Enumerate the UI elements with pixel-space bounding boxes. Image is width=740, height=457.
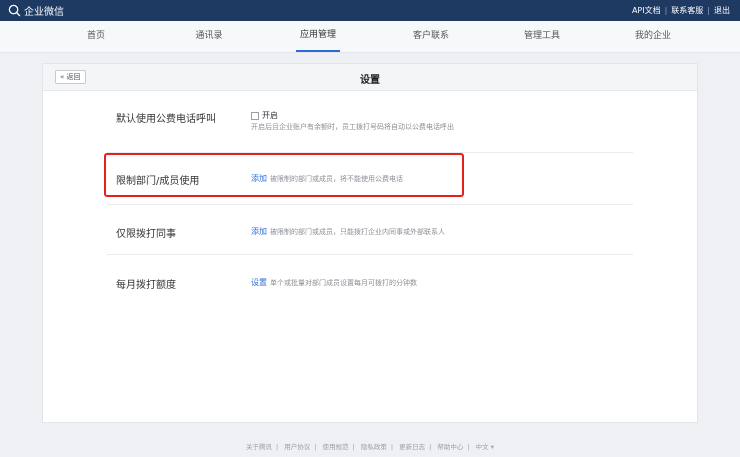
- logout-link[interactable]: 退出: [714, 5, 730, 16]
- divider: [107, 204, 633, 205]
- highlight-annotation: [104, 153, 464, 197]
- footer-link-help[interactable]: 帮助中心: [437, 443, 463, 451]
- setting-description: 单个或批量对部门成员设置每月可拨打的分钟数: [270, 279, 417, 287]
- main-nav: 首页 通讯录 应用管理 客户联系 管理工具 我的企业: [0, 21, 740, 53]
- footer-link-user-agreement[interactable]: 用户协议: [284, 443, 310, 451]
- setting-label: 默认使用公费电话呼叫: [116, 114, 216, 125]
- top-links: API文档 | 联系客服 | 退出: [632, 5, 730, 16]
- separator: |: [467, 443, 470, 451]
- setting-label: 仅限拨打同事: [116, 229, 176, 240]
- language-selector[interactable]: 中文 ▾: [476, 443, 494, 451]
- api-docs-link[interactable]: API文档: [632, 5, 661, 16]
- nav-home[interactable]: 首页: [87, 21, 105, 52]
- separator: |: [664, 6, 668, 15]
- separator: |: [429, 443, 432, 451]
- nav-app-management[interactable]: 应用管理: [295, 21, 341, 52]
- enable-checkbox-label[interactable]: 开启: [262, 110, 278, 121]
- contact-support-link[interactable]: 联系客服: [671, 5, 703, 16]
- setting-label: 每月拨打额度: [116, 280, 176, 291]
- app-title: 企业微信: [24, 7, 64, 18]
- set-monthly-quota-link[interactable]: 设置: [251, 278, 267, 287]
- separator: |: [352, 443, 355, 451]
- separator: |: [275, 443, 279, 451]
- nav-my-enterprise[interactable]: 我的企业: [635, 21, 671, 52]
- setting-description-line: 添加 被限制的部门或成员，只能拨打企业内同事或外部联系人: [251, 226, 445, 237]
- separator: |: [314, 443, 317, 451]
- app-logo[interactable]: 企业微信: [8, 3, 64, 18]
- footer-link-usage-rules[interactable]: 使用规范: [323, 443, 349, 451]
- enable-checkbox[interactable]: [251, 111, 259, 120]
- top-bar: 企业微信 API文档 | 联系客服 | 退出: [0, 0, 740, 21]
- setting-description-line: 设置 单个或批量对部门成员设置每月可拨打的分钟数: [251, 277, 417, 288]
- add-colleagues-only-link[interactable]: 添加: [251, 227, 267, 236]
- divider: [107, 254, 633, 255]
- nav-management-tools[interactable]: 管理工具: [524, 21, 560, 52]
- footer-link-about[interactable]: 关于腾讯: [246, 443, 272, 451]
- separator: |: [707, 6, 710, 15]
- nav-customer-contact[interactable]: 客户联系: [413, 21, 449, 52]
- separator: |: [390, 443, 394, 451]
- settings-card: « 返回 设置 默认使用公费电话呼叫 开启 开启后且企业账户有余额时，员工拨打号…: [42, 63, 698, 423]
- footer-link-privacy[interactable]: 隐私政策: [361, 443, 387, 451]
- footer: 关于腾讯 | 用户协议 | 使用规范 | 隐私政策 | 更新日志 | 帮助中心 | 中文 ▾: [0, 441, 740, 451]
- footer-link-changelog[interactable]: 更新日志: [399, 443, 425, 451]
- setting-description: 开启后且企业账户有余额时，员工拨打号码将自动以公费电话呼出: [251, 123, 454, 131]
- card-header: « 返回 设置: [43, 64, 697, 91]
- nav-contacts[interactable]: 通讯录: [195, 21, 222, 52]
- wecom-logo-icon: [8, 4, 21, 17]
- setting-description: 被限制的部门或成员，只能拨打企业内同事或外部联系人: [270, 228, 445, 236]
- page-title: 设置: [360, 75, 380, 86]
- enable-checkbox-group[interactable]: 开启: [251, 110, 278, 121]
